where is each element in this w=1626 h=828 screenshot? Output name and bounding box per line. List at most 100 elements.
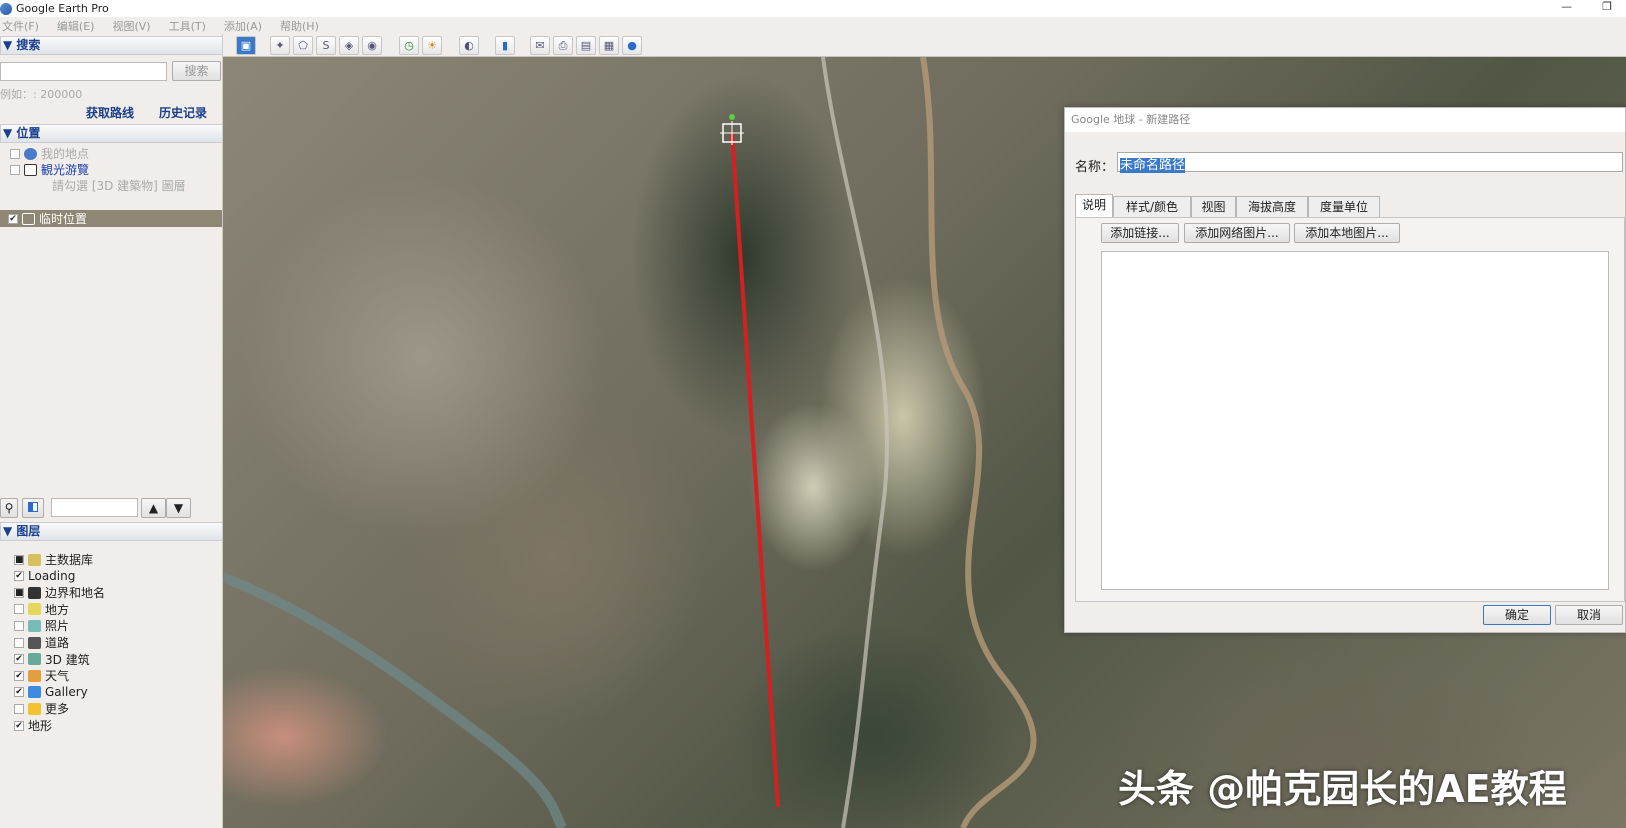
save-image-icon: ▤ (580, 39, 592, 52)
earth-icon (24, 147, 37, 160)
view-in-maps-button[interactable]: ▦ (599, 36, 619, 55)
layer-filter-input[interactable] (51, 498, 138, 517)
tab-measurements[interactable]: 度量单位 (1308, 196, 1380, 217)
layer-item[interactable]: ✔ 地形 (14, 717, 52, 734)
layer-checkbox[interactable]: ✔ (14, 670, 24, 681)
tab-altitude[interactable]: 海拔高度 (1236, 196, 1308, 217)
tab-description[interactable]: 说明 (1075, 194, 1113, 217)
layer-icon (28, 686, 41, 699)
menu-view[interactable]: 视图(V) (112, 18, 150, 34)
my-places-label[interactable]: 我的地点 (41, 145, 89, 162)
menu-help[interactable]: 帮助(H) (280, 18, 319, 34)
menu-add[interactable]: 添加(A) (224, 18, 262, 34)
camera-icon: ◉ (367, 39, 377, 52)
layer-checkbox[interactable] (14, 703, 24, 714)
layer-checkbox[interactable] (14, 604, 24, 615)
layer-item[interactable]: 更多 (14, 700, 69, 717)
layer-checkbox[interactable]: ✔ (14, 687, 24, 698)
temp-places-row[interactable]: ✔ 临时位置 (0, 210, 222, 227)
layer-item[interactable]: ✔ Loading (14, 568, 75, 585)
tour-label[interactable]: 観光游覽 (41, 161, 89, 178)
record-tour-button[interactable]: ◉ (362, 36, 382, 55)
places-panel-header[interactable]: ▼ 位置 (0, 124, 223, 143)
layer-icon (28, 603, 41, 616)
drawn-path-line[interactable] (730, 132, 780, 808)
get-directions-link[interactable]: 获取路线 (86, 104, 134, 121)
history-link[interactable]: 历史记录 (159, 104, 207, 121)
restore-button[interactable]: ❐ (1602, 0, 1612, 13)
historical-imagery-button[interactable]: ◷ (399, 36, 419, 55)
layer-checkbox[interactable] (14, 620, 24, 631)
layers-panel-header[interactable]: ▼ 图层 (0, 522, 223, 541)
search-button[interactable]: 搜索 (172, 61, 221, 81)
layer-checkbox[interactable]: ■ (14, 587, 24, 598)
tab-content: 添加链接... 添加网络图片... 添加本地图片... (1075, 217, 1625, 602)
layer-checkbox[interactable]: ✔ (14, 571, 24, 582)
menu-edit[interactable]: 编辑(E) (57, 18, 95, 34)
menu-tools[interactable]: 工具(T) (169, 18, 206, 34)
layer-item[interactable]: ✔ 3D 建筑 (14, 651, 90, 668)
name-input[interactable]: 未命名路径 (1117, 152, 1623, 173)
new-path-dialog: Google 地球 - 新建路径 名称： 未命名路径 说明 样式/颜色 视图 海… (1064, 107, 1626, 633)
cancel-button[interactable]: 取消 (1555, 605, 1623, 625)
sidebar-toggle-button[interactable]: ▣ (236, 36, 256, 55)
name-label: 名称： (1075, 160, 1115, 175)
add-polygon-button[interactable]: ⬠ (293, 36, 313, 55)
temp-checkbox[interactable]: ✔ (8, 213, 18, 224)
layer-item[interactable]: 地方 (14, 601, 69, 618)
add-placemark-button[interactable]: ✦ (270, 36, 290, 55)
layer-checkbox[interactable]: ■ (14, 554, 24, 565)
print-button[interactable]: ⎙ (553, 36, 573, 55)
layer-item[interactable]: ■ 主数据库 (14, 551, 93, 568)
add-link-button[interactable]: 添加链接... (1101, 223, 1179, 243)
globe-icon: ● (627, 39, 637, 52)
layer-item[interactable]: ■ 边界和地名 (14, 584, 105, 601)
tour-checkbox[interactable] (10, 164, 20, 175)
search-panel-header[interactable]: ▼ 搜索 (0, 36, 223, 55)
stream (223, 572, 568, 828)
layer-item[interactable]: ✔ Gallery (14, 684, 88, 701)
search-input[interactable] (0, 62, 167, 81)
layer-icon (28, 702, 41, 715)
panel-icon (28, 502, 38, 512)
move-down-button[interactable]: ▼ (166, 498, 191, 518)
layer-icon (28, 553, 41, 566)
menu-file[interactable]: 文件(F) (2, 18, 39, 34)
email-button[interactable]: ✉ (530, 36, 550, 55)
overlay-icon: ◈ (344, 39, 354, 52)
add-local-image-button[interactable]: 添加本地图片... (1294, 223, 1400, 243)
layer-checkbox[interactable] (14, 637, 24, 648)
planet-button[interactable]: ◐ (459, 36, 479, 55)
tour-hint: 請勾選 [3D 建築物] 圖層 (52, 179, 186, 193)
search-layers-button[interactable]: ⚲ (0, 498, 18, 518)
search-hint: 例如：: 200000 (0, 88, 83, 101)
toggle-view-button[interactable] (22, 498, 44, 518)
earth-gallery-button[interactable]: ● (622, 36, 642, 55)
add-path-button[interactable]: S (316, 36, 336, 55)
layer-item[interactable]: ✔ 天气 (14, 667, 69, 684)
layer-checkbox[interactable]: ✔ (14, 654, 24, 665)
minimize-button[interactable]: — (1561, 0, 1572, 13)
ruler-button[interactable]: ▮ (495, 36, 515, 55)
ok-button[interactable]: 确定 (1483, 605, 1551, 625)
layer-item[interactable]: 道路 (14, 634, 69, 651)
description-textarea[interactable] (1101, 251, 1609, 590)
layer-checkbox[interactable]: ✔ (14, 720, 24, 731)
email-icon: ✉ (535, 39, 545, 52)
my-places-checkbox[interactable] (10, 148, 20, 159)
sunlight-button[interactable]: ☀ (422, 36, 442, 55)
path-start-point[interactable] (729, 114, 735, 120)
tab-view[interactable]: 视图 (1191, 196, 1236, 217)
add-overlay-button[interactable]: ◈ (339, 36, 359, 55)
layer-label: 地形 (28, 719, 53, 733)
sidebar-icon: ▣ (240, 39, 252, 52)
layer-item[interactable]: 照片 (14, 617, 69, 634)
road (821, 57, 890, 828)
menu-bar: 文件(F) 编辑(E) 视图(V) 工具(T) 添加(A) 帮助(H) (0, 17, 1626, 34)
save-image-button[interactable]: ▤ (576, 36, 596, 55)
move-up-button[interactable]: ▲ (141, 498, 166, 518)
add-web-image-button[interactable]: 添加网络图片... (1184, 223, 1290, 243)
map-icon: ▦ (603, 39, 615, 52)
tab-style-color[interactable]: 样式/颜色 (1113, 196, 1191, 217)
layer-icon (28, 636, 41, 649)
